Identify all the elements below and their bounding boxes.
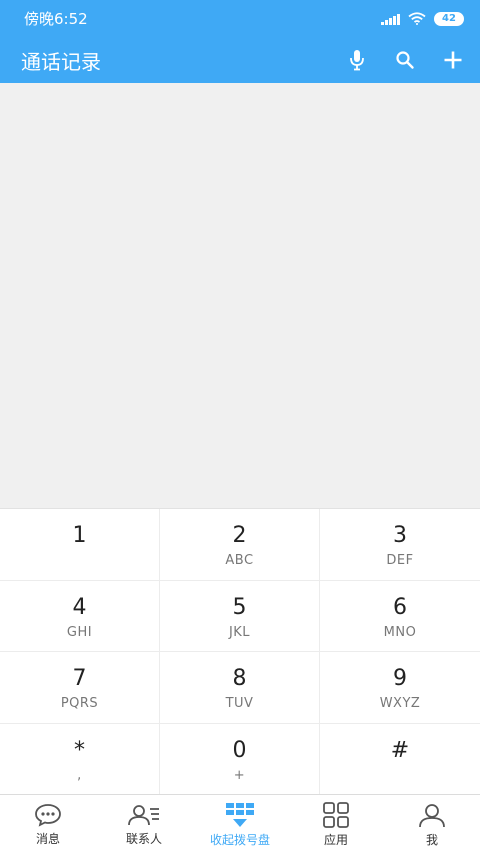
key-digit: 6	[393, 594, 407, 620]
key-letters: TUV	[225, 696, 254, 711]
key-letters: JKL	[228, 624, 251, 640]
key-digit: *	[74, 737, 85, 763]
key-letters: WXYZ	[379, 696, 421, 711]
dial-key-2[interactable]: 2 ABC	[160, 509, 320, 581]
dial-key-1[interactable]: 1	[0, 509, 160, 581]
dial-key-6[interactable]: 6 MNO	[320, 581, 480, 652]
nav-label: 应用	[323, 832, 348, 847]
microphone-icon	[350, 50, 364, 71]
wifi-icon	[408, 12, 426, 25]
call-log-list	[0, 83, 480, 508]
profile-icon	[419, 803, 445, 827]
search-icon	[396, 51, 414, 69]
key-digit: 8	[232, 666, 247, 691]
key-digit: 2	[232, 523, 247, 548]
nav-label: 消息	[35, 831, 60, 846]
dial-key-star[interactable]: * ,	[0, 723, 160, 795]
status-time: 傍晚6:52	[24, 10, 88, 28]
app-actions	[342, 45, 468, 75]
nav-label: 联系人	[125, 831, 162, 846]
dial-key-7[interactable]: 7 PQRS	[0, 652, 160, 724]
add-button[interactable]	[438, 45, 468, 75]
message-icon	[35, 803, 61, 827]
dial-key-5[interactable]: 5 JKL	[160, 580, 320, 652]
nav-item-me[interactable]: 我	[384, 795, 480, 854]
key-digit: #	[390, 737, 410, 763]
key-digit: 9	[393, 666, 407, 691]
plus-icon	[444, 51, 462, 69]
key-letters: DEF	[386, 553, 414, 568]
key-digit: 7	[72, 666, 87, 691]
nav-item-contacts[interactable]: 联系人	[96, 795, 192, 854]
key-letters: MNO	[383, 624, 417, 640]
app-bar: 通话记录	[0, 37, 480, 83]
dial-key-9[interactable]: 9 WXYZ	[320, 652, 480, 724]
key-digit: 3	[393, 523, 407, 548]
key-letters: ,	[77, 767, 82, 783]
status-bar: 傍晚6:52 42	[0, 0, 480, 37]
contacts-icon	[128, 804, 159, 825]
key-digit: 0	[232, 737, 247, 763]
dial-key-4[interactable]: 4 GHI	[0, 580, 160, 652]
key-letters: PQRS	[60, 696, 99, 711]
signal-icon	[381, 13, 400, 25]
nav-label: 我	[425, 832, 438, 847]
nav-label: 收起拨号盘	[209, 832, 270, 847]
dial-key-hash[interactable]: #	[320, 724, 480, 796]
dial-key-8[interactable]: 8 TUV	[160, 652, 320, 724]
key-letters: ABC	[225, 553, 254, 568]
dial-key-3[interactable]: 3 DEF	[320, 509, 480, 581]
apps-icon	[323, 801, 349, 828]
dialpad-icon	[226, 802, 254, 827]
key-digit: 1	[72, 523, 87, 548]
page-title: 通话记录	[21, 49, 101, 74]
status-icons: 42	[381, 11, 464, 26]
battery-icon: 42	[434, 11, 464, 26]
key-letters: +	[233, 767, 246, 783]
key-letters: GHI	[66, 624, 93, 640]
key-digit: 5	[232, 594, 247, 620]
nav-item-apps[interactable]: 应用	[288, 795, 384, 854]
nav-item-messages[interactable]: 消息	[0, 795, 96, 854]
dialpad: 1 2 ABC 3 DEF 4 GHI 5 JKL 6 MNO 7 PQRS 8…	[0, 508, 480, 796]
dial-key-0[interactable]: 0 +	[160, 723, 320, 795]
search-button[interactable]	[390, 45, 420, 75]
voice-search-button[interactable]	[342, 45, 372, 75]
key-digit: 4	[72, 594, 87, 620]
nav-item-dialpad[interactable]: 收起拨号盘	[192, 795, 288, 854]
bottom-nav: 消息 联系人 收起拨号盘 应用 我	[0, 794, 480, 854]
